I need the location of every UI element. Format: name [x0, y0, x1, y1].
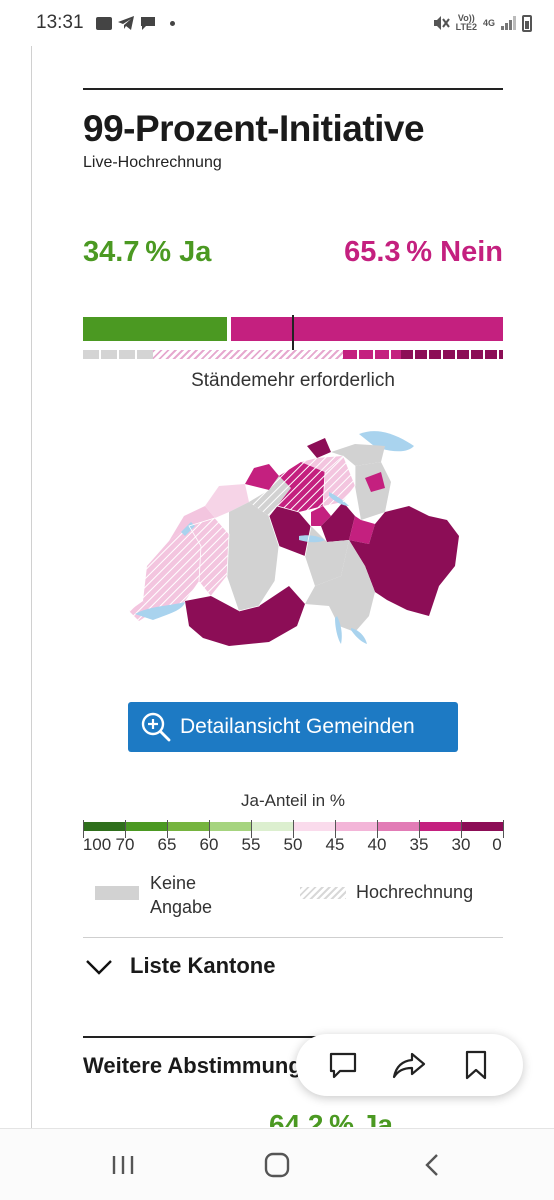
canton-list-toggle[interactable]: Liste Kantone — [130, 953, 275, 979]
legend-label: 70 — [115, 835, 135, 854]
legend-label: 30 — [451, 835, 471, 854]
result-bar — [83, 315, 503, 357]
page-left-rule — [31, 46, 32, 1128]
system-nav-bar — [0, 1128, 554, 1200]
floating-action-bar — [296, 1034, 523, 1096]
legend-label: 100 — [82, 835, 112, 854]
next-vote-title: Weitere Abstimmungen — [83, 1053, 298, 1078]
legend-labels: 100 70 65 60 55 50 45 40 35 30 0 — [83, 835, 513, 855]
cantons-nodata-segment — [83, 350, 153, 359]
legend-label: 60 — [199, 835, 219, 854]
battery-icon — [522, 14, 532, 32]
next-vote-result: 64.2 % Ja — [269, 1109, 393, 1127]
cantons-bar — [83, 350, 503, 359]
yes-result: 34.7 % Ja — [83, 236, 212, 268]
bookmark-button[interactable] — [456, 1045, 496, 1085]
header-rule — [83, 88, 503, 90]
home-icon — [264, 1152, 290, 1178]
no-data-label: Keine Angabe — [150, 873, 213, 917]
projection-swatch — [300, 887, 346, 899]
share-icon — [393, 1052, 426, 1079]
legend-label: 0 — [492, 835, 502, 854]
legend-label: 40 — [367, 835, 387, 854]
staendemehr-label: Ständemehr erforderlich — [191, 370, 395, 391]
home-button[interactable] — [257, 1147, 297, 1183]
legend-label: 65 — [157, 835, 177, 854]
projection-label: Hochrechnung — [356, 882, 474, 902]
legend-label: 35 — [409, 835, 429, 854]
bookmark-icon — [465, 1050, 486, 1080]
back-button[interactable] — [412, 1147, 452, 1183]
mail-icon — [95, 16, 112, 30]
chat-icon — [140, 16, 155, 30]
status-system-icons: Vo)) LTE2 4G — [432, 14, 532, 32]
status-bar: 13:31 Vo)) LTE2 4G — [0, 0, 554, 46]
legend-label: 50 — [283, 835, 303, 854]
recent-apps-button[interactable] — [103, 1147, 143, 1183]
detail-view-button[interactable]: Detailansicht Gemeinden — [128, 702, 458, 752]
no-result: 65.3 % Nein — [344, 236, 503, 268]
legend-title: Ja-Anteil in % — [241, 791, 345, 810]
share-button[interactable] — [389, 1045, 429, 1085]
switzerland-canton-map[interactable] — [129, 416, 465, 646]
canton-schwyz — [321, 502, 355, 542]
canton-schaffhausen — [307, 438, 331, 458]
recent-apps-icon — [112, 1156, 134, 1174]
legend-label: 45 — [325, 835, 345, 854]
mute-icon — [433, 16, 450, 30]
dot-icon — [169, 20, 175, 26]
section-divider — [83, 937, 503, 938]
lake-lugano — [351, 628, 367, 644]
next-section-rule — [83, 1036, 323, 1038]
cantons-no-dark-segment — [401, 350, 503, 359]
comment-button[interactable] — [323, 1045, 363, 1085]
volte-icon: Vo)) LTE2 — [455, 13, 477, 32]
zoom-in-icon — [141, 712, 171, 742]
detail-view-label: Detailansicht Gemeinden — [180, 715, 415, 738]
cantons-projection-segment — [153, 350, 343, 359]
telegram-icon — [117, 16, 134, 30]
status-notification-icons — [95, 16, 175, 31]
result-bar-yes — [83, 317, 227, 341]
chevron-down-icon[interactable] — [85, 956, 113, 978]
legend-label: 55 — [241, 835, 261, 854]
page-title: 99-Prozent-Initiative — [83, 108, 425, 149]
result-bar-no — [231, 317, 503, 341]
comment-icon — [330, 1052, 357, 1079]
no-data-swatch — [95, 886, 139, 900]
page-subtitle: Live-Hochrechnung — [83, 154, 222, 171]
signal-icon — [501, 16, 516, 30]
4g-icon: 4G — [482, 17, 495, 28]
status-time: 13:31 — [36, 12, 84, 33]
canton-vaud — [143, 526, 201, 612]
back-icon — [425, 1154, 438, 1176]
